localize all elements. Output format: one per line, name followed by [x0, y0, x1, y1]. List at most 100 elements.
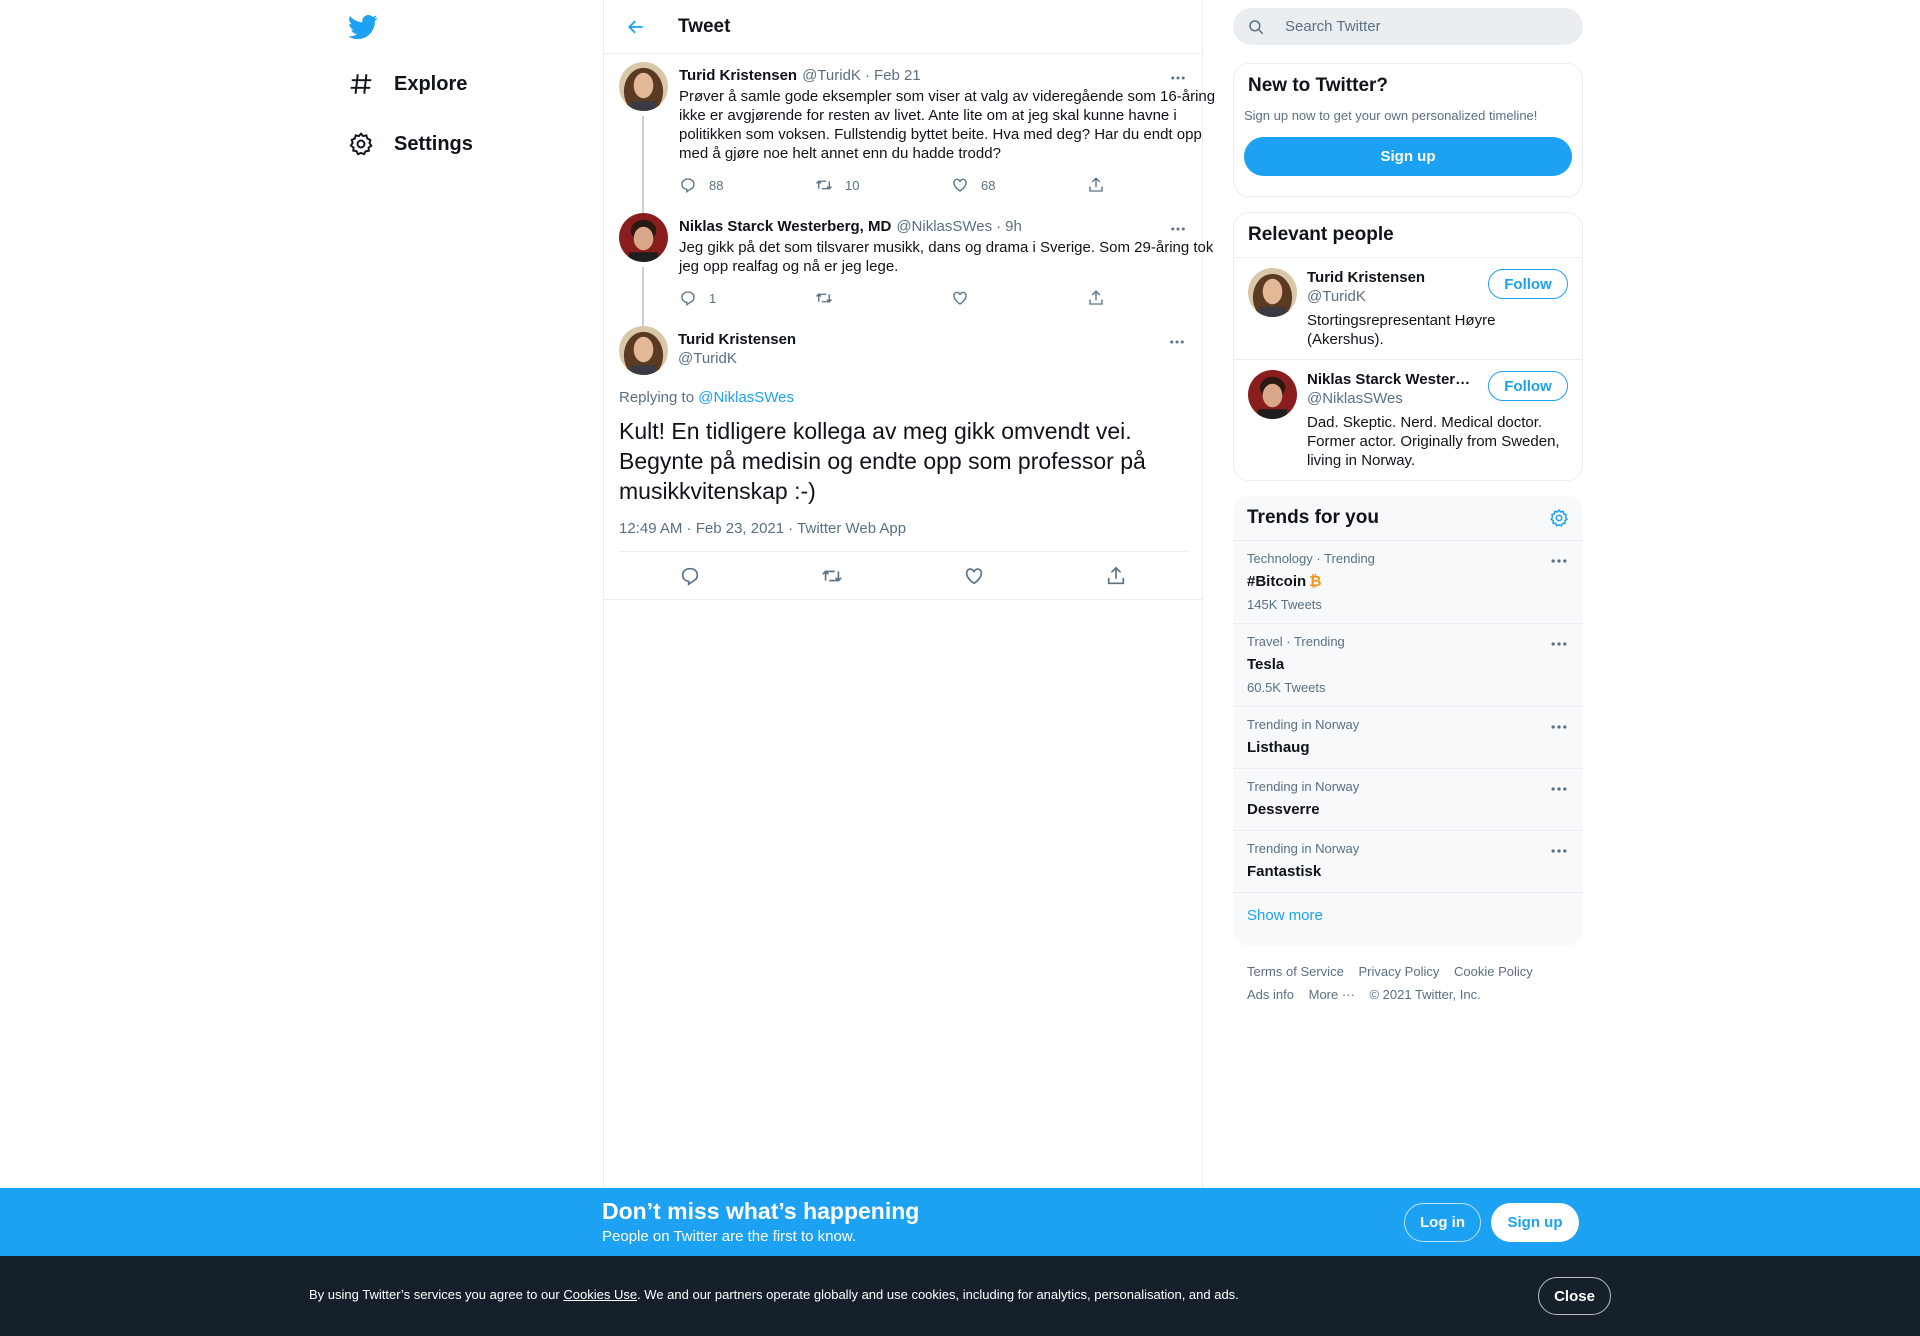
retweet-button[interactable]: 10 [815, 176, 951, 194]
tweet-time[interactable]: Feb 21 [874, 66, 921, 86]
tweet-time[interactable]: 9h [1005, 217, 1022, 237]
tweet-author-name[interactable]: Turid Kristensen [679, 66, 797, 86]
avatar[interactable] [619, 213, 668, 262]
search-input[interactable] [1285, 18, 1565, 35]
follow-button[interactable]: Follow [1488, 371, 1568, 401]
replying-to: Replying to @NiklasSWes [619, 389, 1187, 406]
trend-item[interactable]: Trending in Norway Dessverre [1233, 769, 1583, 831]
trend-name: Fantastisk [1247, 863, 1322, 880]
person-item[interactable]: Niklas Starck Westerberg, MD @NiklasSWes… [1234, 360, 1582, 480]
arrow-left-icon [628, 20, 643, 33]
tweet-actions: 1 [679, 278, 1223, 318]
person-handle[interactable]: @NiklasSWes [1307, 389, 1477, 408]
reply-count: 1 [709, 290, 717, 306]
avatar[interactable] [619, 62, 668, 111]
like-button[interactable]: 68 [951, 176, 1087, 194]
retweet-icon[interactable] [821, 565, 843, 587]
trend-context: Trending in Norway [1247, 717, 1360, 732]
tweet-author-name[interactable]: Turid Kristensen [678, 330, 796, 349]
person-item[interactable]: Turid Kristensen @TuridK Stortingsrepres… [1234, 258, 1582, 360]
heart-icon [951, 289, 969, 307]
replying-handle-link[interactable]: @NiklasSWes [698, 389, 794, 406]
tweet-text: Jeg gikk på det som tilsvarer musikk, da… [679, 239, 1214, 275]
tweet[interactable]: Niklas Starck Westerberg, MD @NiklasSWes… [604, 205, 1213, 326]
footer-link[interactable]: More ··· [1309, 987, 1355, 1002]
tweet-author-handle[interactable]: @TuridK [802, 66, 861, 86]
replying-prefix: Replying to [619, 389, 699, 406]
nav-explore[interactable]: Explore [348, 64, 467, 104]
tweet-actions: 88 10 68 [679, 165, 1223, 205]
avatar[interactable] [1248, 370, 1297, 419]
copyright: © 2021 Twitter, Inc. [1369, 987, 1481, 1002]
more-icon[interactable] [1549, 841, 1569, 861]
more-button[interactable] [1167, 332, 1187, 352]
person-name[interactable]: Turid Kristensen [1307, 268, 1477, 287]
card-title: New to Twitter? [1248, 75, 1389, 96]
heart-icon[interactable] [963, 565, 985, 587]
tweet-author-name[interactable]: Niklas Starck Westerberg, MD [679, 217, 891, 237]
share-icon[interactable] [1105, 565, 1127, 587]
share-icon [1087, 289, 1105, 307]
trend-item[interactable]: Technology · Trending #Bitcoin ₿ 145K Twe… [1233, 541, 1583, 624]
close-button[interactable]: Close [1538, 1277, 1611, 1315]
search-bar[interactable] [1233, 8, 1583, 45]
footer-link[interactable]: Ads info [1247, 987, 1294, 1002]
trend-item[interactable]: Trending in Norway Fantastisk [1233, 831, 1583, 893]
more-icon[interactable] [1549, 779, 1569, 799]
person-handle[interactable]: @TuridK [1307, 287, 1477, 306]
follow-button[interactable]: Follow [1488, 269, 1568, 299]
login-button[interactable]: Log in [1404, 1203, 1481, 1242]
footer-link[interactable]: Terms of Service [1247, 964, 1344, 979]
avatar[interactable] [619, 326, 668, 375]
tweet[interactable]: Turid Kristensen @TuridK · Feb 21 Prøver… [604, 54, 1215, 213]
signup-button[interactable]: Sign up [1244, 137, 1572, 176]
cookie-prefix: By using Twitter’s services you agree to… [309, 1287, 564, 1302]
cookie-bar: By using Twitter’s services you agree to… [0, 1256, 1920, 1336]
hashtag-icon [350, 74, 372, 94]
nav-settings-label: Settings [394, 132, 473, 155]
tweet-meta[interactable]: 12:49 AM · Feb 23, 2021 · Twitter Web Ap… [619, 520, 1187, 552]
settings-gear-icon[interactable] [1549, 508, 1569, 528]
separator-dot: · [996, 218, 1002, 235]
footer-link[interactable]: Privacy Policy [1358, 964, 1439, 979]
reply-button[interactable]: 1 [679, 289, 815, 307]
show-more-link[interactable]: Show more [1233, 893, 1583, 938]
trend-context: Travel · Trending [1247, 634, 1345, 649]
thread-line [642, 116, 644, 213]
new-to-twitter-card: New to Twitter? Sign up now to get your … [1233, 63, 1583, 197]
main-column: Tweet Turid Kristensen @TuridK · Feb 21 … [603, 0, 1215, 1336]
more-button[interactable] [1168, 219, 1188, 239]
page-title: Tweet [678, 15, 731, 37]
more-icon[interactable] [1549, 717, 1569, 737]
share-button[interactable] [1087, 176, 1223, 194]
trend-count: 145K Tweets [1247, 597, 1322, 612]
person-name[interactable]: Niklas Starck Westerberg, MD [1307, 370, 1477, 389]
tweet-author-handle[interactable]: @NiklasSWes [896, 217, 992, 237]
reply-icon[interactable] [679, 565, 701, 587]
trend-item[interactable]: Trending in Norway Listhaug [1233, 707, 1583, 769]
nav-settings[interactable]: Settings [348, 124, 473, 164]
like-button[interactable] [951, 289, 1087, 307]
tweet-author-handle[interactable]: @TuridK [678, 349, 796, 368]
banner-subtitle: People on Twitter are the first to know. [602, 1228, 857, 1245]
retweet-icon [815, 289, 833, 307]
reply-icon [679, 176, 697, 194]
footer-link[interactable]: Cookie Policy [1454, 964, 1533, 979]
more-icon[interactable] [1549, 634, 1569, 654]
retweet-button[interactable] [815, 289, 951, 307]
cookies-use-link[interactable]: Cookies Use [563, 1287, 637, 1302]
avatar[interactable] [1248, 268, 1297, 317]
trend-count: 60.5K Tweets [1247, 680, 1326, 695]
twitter-logo[interactable] [348, 12, 378, 42]
focused-tweet-actions [604, 552, 1202, 600]
trend-item[interactable]: Travel · Trending Tesla 60.5K Tweets [1233, 624, 1583, 707]
more-button[interactable] [1168, 68, 1188, 88]
tweet-text: Prøver å samle gode eksempler som viser … [679, 88, 1216, 162]
more-icon[interactable] [1549, 551, 1569, 571]
cookie-text: By using Twitter’s services you agree to… [309, 1287, 1239, 1302]
separator-dot: · [864, 67, 870, 84]
banner-signup-button[interactable]: Sign up [1491, 1203, 1579, 1242]
share-button[interactable] [1087, 289, 1223, 307]
back-button[interactable] [618, 9, 654, 45]
reply-button[interactable]: 88 [679, 176, 815, 194]
